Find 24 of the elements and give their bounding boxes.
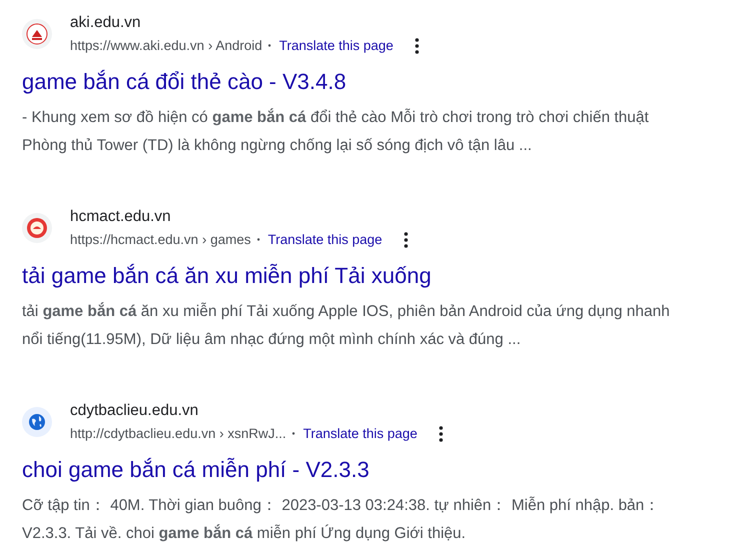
result-snippet: tải game bắn cá ăn xu miễn phí Tải xuống Apple IOS, phiên bản Android của ứng dụng nhanh nổi tiếng(11.95M), Dữ liệu âm nhạc đứng một mình chính xác và đúng ... — [22, 301, 671, 350]
result-snippet: - Khung xem sơ đồ hiện có game bắn cá đổi thẻ cào Mỗi trò chơi trong trò chơi chiến thuật Phòng thủ Tower (TD) là không ngừng chống lại số sóng địch vô tận lâu ... — [22, 107, 650, 156]
globe-icon — [28, 413, 46, 431]
site-name: hcmact.edu.vn — [70, 206, 172, 226]
result-title-link[interactable]: game bắn cá đổi thẻ cào - V3.4.8 — [22, 68, 346, 96]
separator-dot-icon — [292, 432, 296, 435]
translate-link[interactable]: Translate this page — [279, 36, 394, 56]
more-options-icon[interactable] — [404, 232, 408, 248]
result-title-link[interactable]: choi game bắn cá miễn phí - V2.3.3 — [22, 456, 370, 484]
seal-icon — [26, 217, 48, 239]
more-options-icon[interactable] — [415, 38, 420, 54]
site-name: cdytbaclieu.edu.vn — [70, 400, 200, 420]
separator-dot-icon — [268, 44, 272, 47]
breadcrumb-url: https://hcmact.edu.vn › games — [70, 230, 251, 249]
translate-link[interactable]: Translate this page — [268, 230, 382, 250]
translate-link[interactable]: Translate this page — [303, 424, 418, 444]
crest-icon — [26, 23, 48, 45]
separator-dot-icon — [256, 238, 260, 241]
breadcrumb-url: https://www.aki.edu.vn › Android — [70, 36, 262, 55]
result-title-link[interactable]: tải game bắn cá ăn xu miễn phí Tải xuống — [22, 262, 432, 290]
more-options-icon[interactable] — [439, 426, 444, 442]
site-name: aki.edu.vn — [70, 12, 142, 32]
breadcrumb-url: http://cdytbaclieu.edu.vn › xsnRwJ... — [70, 424, 286, 443]
result-snippet: Cỡ tập tin： 40M. Thời gian buông： 2023-03-13 03:24:38. tự nhiên： Miễn phí nhập. bản： V2.3.3. Tải về. choi game bắn cá miễn phí Ứng dụng Giới thiệu. — [22, 496, 662, 544]
